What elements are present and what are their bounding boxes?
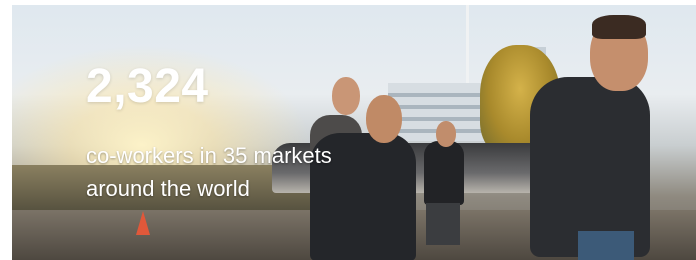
caption-line-2: around the world [86, 176, 250, 201]
coworker-count: 2,324 [86, 60, 209, 113]
coworker-caption: co-workers in 35 markets around the worl… [86, 139, 416, 205]
caption-line-1: co-workers in 35 markets [86, 143, 332, 168]
team-banner: 2,324 co-workers in 35 markets around th… [12, 5, 696, 260]
traffic-cone [136, 211, 150, 235]
